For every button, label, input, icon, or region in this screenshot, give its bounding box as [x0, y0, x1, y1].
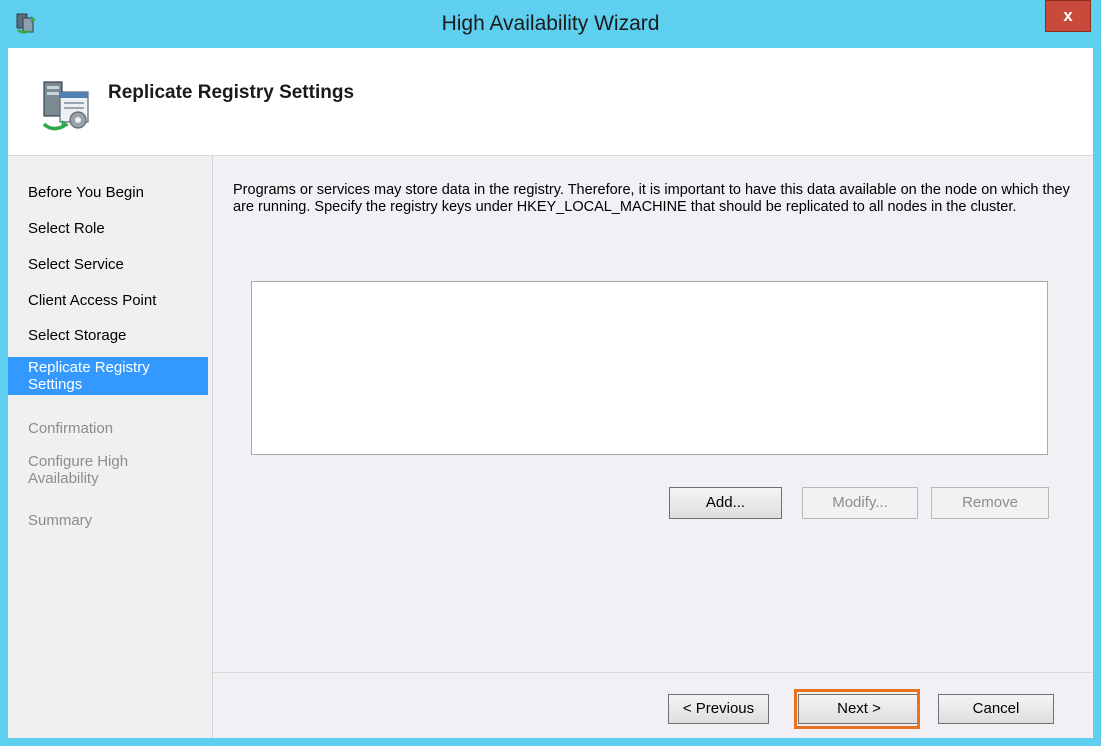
modify-button-label: Modify... [832, 494, 888, 511]
step-summary: Summary [28, 512, 93, 529]
server-registry-icon [42, 81, 89, 131]
wizard-footer: < Previous Next > Cancel [213, 672, 1093, 738]
step-configure-high-availability: Configure High Availability [28, 453, 129, 487]
title-bar[interactable]: High Availability Wizard x [0, 0, 1101, 48]
description-text: Programs or services may store data in t… [233, 182, 1070, 215]
window-title: High Availability Wizard [441, 12, 660, 35]
window-frame-left [0, 0, 8, 746]
page-title: Replicate Registry Settings [108, 82, 355, 103]
step-client-access-point[interactable]: Client Access Point [8, 292, 208, 309]
main-content: Programs or services may store data in t… [213, 156, 1093, 672]
cancel-button[interactable]: Cancel [938, 694, 1054, 724]
remove-button-label: Remove [962, 494, 1018, 511]
cancel-button-label: Cancel [972, 700, 1020, 717]
step-confirmation: Confirmation [28, 420, 114, 437]
modify-button: Modify... [802, 487, 918, 519]
add-button-label: Add... [705, 494, 746, 511]
wizard-steps-sidebar: Before You Begin Select Role Select Serv… [8, 156, 213, 738]
remove-button: Remove [931, 487, 1049, 519]
previous-button[interactable]: < Previous [668, 694, 769, 724]
previous-button-label: < Previous [682, 700, 755, 717]
add-button[interactable]: Add... [669, 487, 782, 519]
window-frame-bottom [0, 738, 1101, 746]
wizard-header: Replicate Registry Settings [8, 48, 1093, 156]
step-replicate-registry-settings[interactable]: Replicate Registry Settings [8, 357, 208, 395]
step-select-role[interactable]: Select Role [8, 220, 208, 237]
step-select-storage[interactable]: Select Storage [8, 327, 208, 344]
close-button[interactable]: x [1045, 0, 1091, 32]
window-frame-right [1093, 0, 1101, 746]
registry-keys-list[interactable] [251, 281, 1048, 455]
step-before-you-begin[interactable]: Before You Begin [8, 184, 208, 201]
next-button-highlight [794, 689, 920, 729]
step-select-service[interactable]: Select Service [8, 256, 208, 273]
